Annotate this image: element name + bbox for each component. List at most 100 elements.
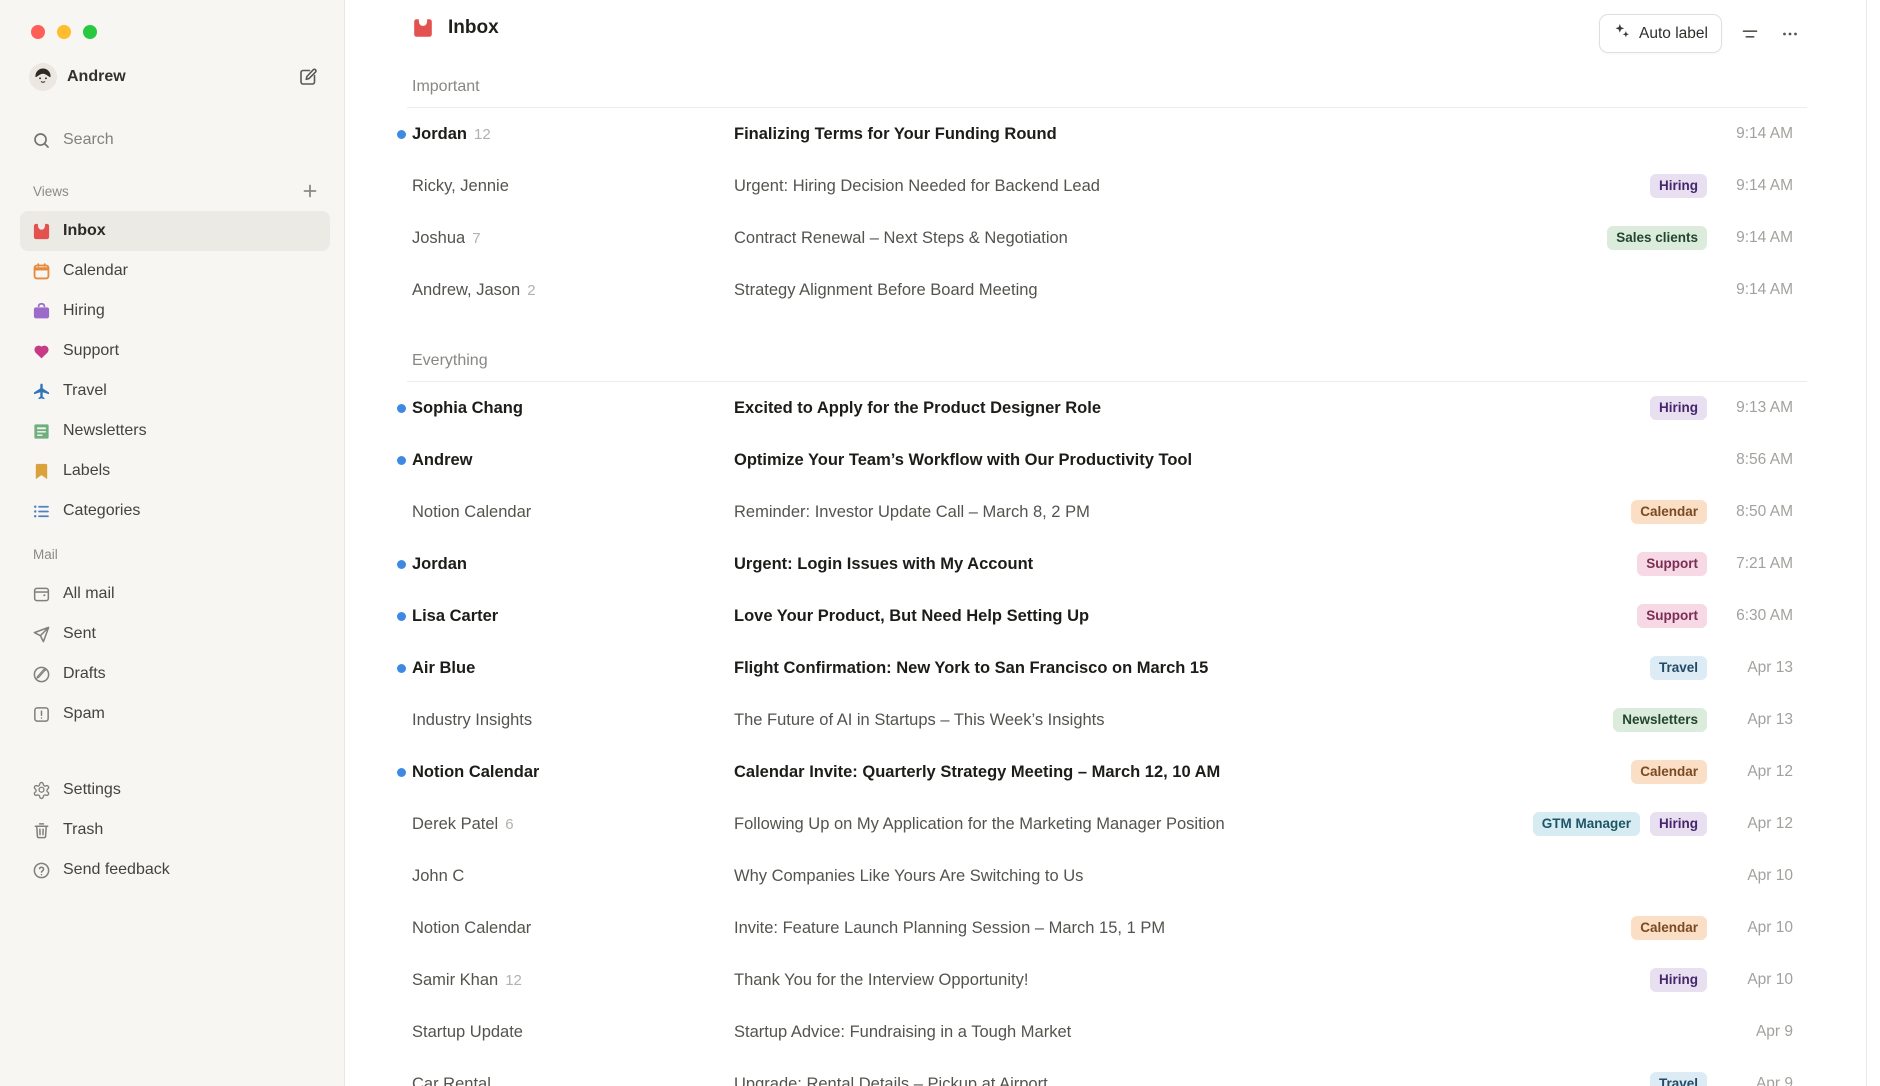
plane-icon: [29, 379, 53, 403]
email-time: 9:14 AM: [1719, 281, 1793, 299]
email-row[interactable]: Andrew, Jason 2 Strategy Alignment Befor…: [345, 264, 1880, 316]
email-row[interactable]: Lisa Carter Love Your Product, But Need …: [345, 590, 1880, 642]
email-row[interactable]: Notion Calendar Reminder: Investor Updat…: [345, 486, 1880, 538]
auto-label-button[interactable]: Auto label: [1599, 14, 1722, 53]
account-name: Andrew: [67, 68, 285, 86]
minimize-window-button[interactable]: [57, 25, 71, 39]
email-subject: Startup Advice: Fundraising in a Tough M…: [734, 1023, 1707, 1042]
label-badge-hiring[interactable]: Hiring: [1650, 174, 1707, 199]
unread-dot: [397, 820, 406, 829]
email-sender: Industry Insights: [412, 711, 532, 730]
sidebar-item-label: Hiring: [63, 302, 105, 320]
sidebar-item-calendar[interactable]: Calendar: [20, 251, 330, 291]
sidebar-item-label: Inbox: [63, 222, 106, 240]
email-row[interactable]: Car Rental Upgrade: Rental Details – Pic…: [345, 1058, 1880, 1086]
sidebar-item-inbox[interactable]: Inbox: [20, 211, 330, 251]
sidebar-item-travel[interactable]: Travel: [20, 371, 330, 411]
unread-dot: [397, 182, 406, 191]
label-badge-calendar[interactable]: Calendar: [1631, 500, 1707, 525]
scrollbar-track[interactable]: [1866, 0, 1867, 1086]
email-row[interactable]: Jordan 12 Finalizing Terms for Your Fund…: [345, 108, 1880, 160]
email-subject: Urgent: Login Issues with My Account: [734, 555, 1637, 574]
inbox-icon: [29, 219, 53, 243]
email-labels: Sales clients: [1607, 226, 1707, 251]
help-icon: [29, 858, 53, 882]
label-badge-sales-clients[interactable]: Sales clients: [1607, 226, 1707, 251]
label-badge-hiring[interactable]: Hiring: [1650, 812, 1707, 837]
email-row[interactable]: Notion Calendar Calendar Invite: Quarter…: [345, 746, 1880, 798]
email-row[interactable]: John C Why Companies Like Yours Are Swit…: [345, 850, 1880, 902]
sidebar-item-label: Drafts: [63, 665, 106, 683]
email-sender: Notion Calendar: [412, 919, 531, 938]
compose-icon[interactable]: [296, 65, 320, 89]
main-content: Inbox Auto label: [345, 0, 1880, 1086]
search-input[interactable]: Search: [20, 120, 330, 160]
email-list: Important Jordan 12 Finalizing Terms for…: [345, 62, 1880, 1086]
email-sender: Samir Khan: [412, 971, 498, 990]
label-badge-calendar[interactable]: Calendar: [1631, 760, 1707, 785]
filter-icon[interactable]: [1738, 22, 1762, 46]
sidebar-item-sent[interactable]: Sent: [20, 614, 330, 654]
email-row[interactable]: Jordan Urgent: Login Issues with My Acco…: [345, 538, 1880, 590]
unread-dot: [397, 234, 406, 243]
label-badge-hiring[interactable]: Hiring: [1650, 968, 1707, 993]
sidebar-item-all-mail[interactable]: All mail: [20, 574, 330, 614]
email-subject: Why Companies Like Yours Are Switching t…: [734, 867, 1707, 886]
sidebar-item-drafts[interactable]: Drafts: [20, 654, 330, 694]
email-row[interactable]: Notion Calendar Invite: Feature Launch P…: [345, 902, 1880, 954]
label-badge-support[interactable]: Support: [1637, 552, 1707, 577]
sidebar-item-label: Newsletters: [63, 422, 147, 440]
add-view-icon[interactable]: [300, 181, 320, 201]
label-badge-travel[interactable]: Travel: [1650, 1072, 1707, 1086]
email-labels: Newsletters: [1613, 708, 1707, 733]
email-row[interactable]: Startup Update Startup Advice: Fundraisi…: [345, 1006, 1880, 1058]
email-row[interactable]: Industry Insights The Future of AI in St…: [345, 694, 1880, 746]
label-badge-support[interactable]: Support: [1637, 604, 1707, 629]
email-thread-count: 12: [505, 972, 522, 989]
email-sender: Startup Update: [412, 1023, 523, 1042]
views-section-header: Views: [33, 182, 320, 200]
section-header: Important: [407, 78, 1807, 108]
unread-dot: [397, 872, 406, 881]
email-sender: Jordan: [412, 555, 467, 574]
sidebar-item-send-feedback[interactable]: Send feedback: [20, 850, 330, 890]
sidebar-item-hiring[interactable]: Hiring: [20, 291, 330, 331]
email-row[interactable]: Air Blue Flight Confirmation: New York t…: [345, 642, 1880, 694]
email-subject: Upgrade: Rental Details – Pickup at Airp…: [734, 1075, 1650, 1086]
unread-dot: [397, 508, 406, 517]
email-row[interactable]: Ricky, Jennie Urgent: Hiring Decision Ne…: [345, 160, 1880, 212]
email-row[interactable]: Sophia Chang Excited to Apply for the Pr…: [345, 382, 1880, 434]
email-section: Important Jordan 12 Finalizing Terms for…: [345, 78, 1880, 316]
email-sender: Andrew, Jason: [412, 281, 520, 300]
email-row[interactable]: Derek Patel 6 Following Up on My Applica…: [345, 798, 1880, 850]
zoom-window-button[interactable]: [83, 25, 97, 39]
search-placeholder: Search: [63, 131, 114, 149]
email-subject: Urgent: Hiring Decision Needed for Backe…: [734, 177, 1650, 196]
email-time: Apr 10: [1719, 867, 1793, 885]
email-labels: Travel: [1650, 656, 1707, 681]
label-badge-hiring[interactable]: Hiring: [1650, 396, 1707, 421]
close-window-button[interactable]: [31, 25, 45, 39]
sidebar-item-labels[interactable]: Labels: [20, 451, 330, 491]
unread-dot: [397, 1028, 406, 1037]
sidebar-item-support[interactable]: Support: [20, 331, 330, 371]
list-icon: [29, 499, 53, 523]
account-row[interactable]: Andrew: [30, 62, 320, 92]
email-row[interactable]: Andrew Optimize Your Team’s Workflow wit…: [345, 434, 1880, 486]
label-badge-calendar[interactable]: Calendar: [1631, 916, 1707, 941]
label-badge-gtm-manager[interactable]: GTM Manager: [1533, 812, 1640, 837]
sidebar-item-newsletters[interactable]: Newsletters: [20, 411, 330, 451]
label-badge-travel[interactable]: Travel: [1650, 656, 1707, 681]
email-row[interactable]: Samir Khan 12 Thank You for the Intervie…: [345, 954, 1880, 1006]
sidebar-item-trash[interactable]: Trash: [20, 810, 330, 850]
sidebar-item-settings[interactable]: Settings: [20, 770, 330, 810]
more-options-icon[interactable]: [1778, 22, 1802, 46]
sidebar-item-categories[interactable]: Categories: [20, 491, 330, 531]
sidebar-item-spam[interactable]: Spam: [20, 694, 330, 734]
label-badge-newsletters[interactable]: Newsletters: [1613, 708, 1707, 733]
email-row[interactable]: Joshua 7 Contract Renewal – Next Steps &…: [345, 212, 1880, 264]
email-time: 9:14 AM: [1719, 125, 1793, 143]
page-title: Inbox: [448, 17, 499, 39]
email-sender: Notion Calendar: [412, 503, 531, 522]
unread-dot: [397, 286, 406, 295]
